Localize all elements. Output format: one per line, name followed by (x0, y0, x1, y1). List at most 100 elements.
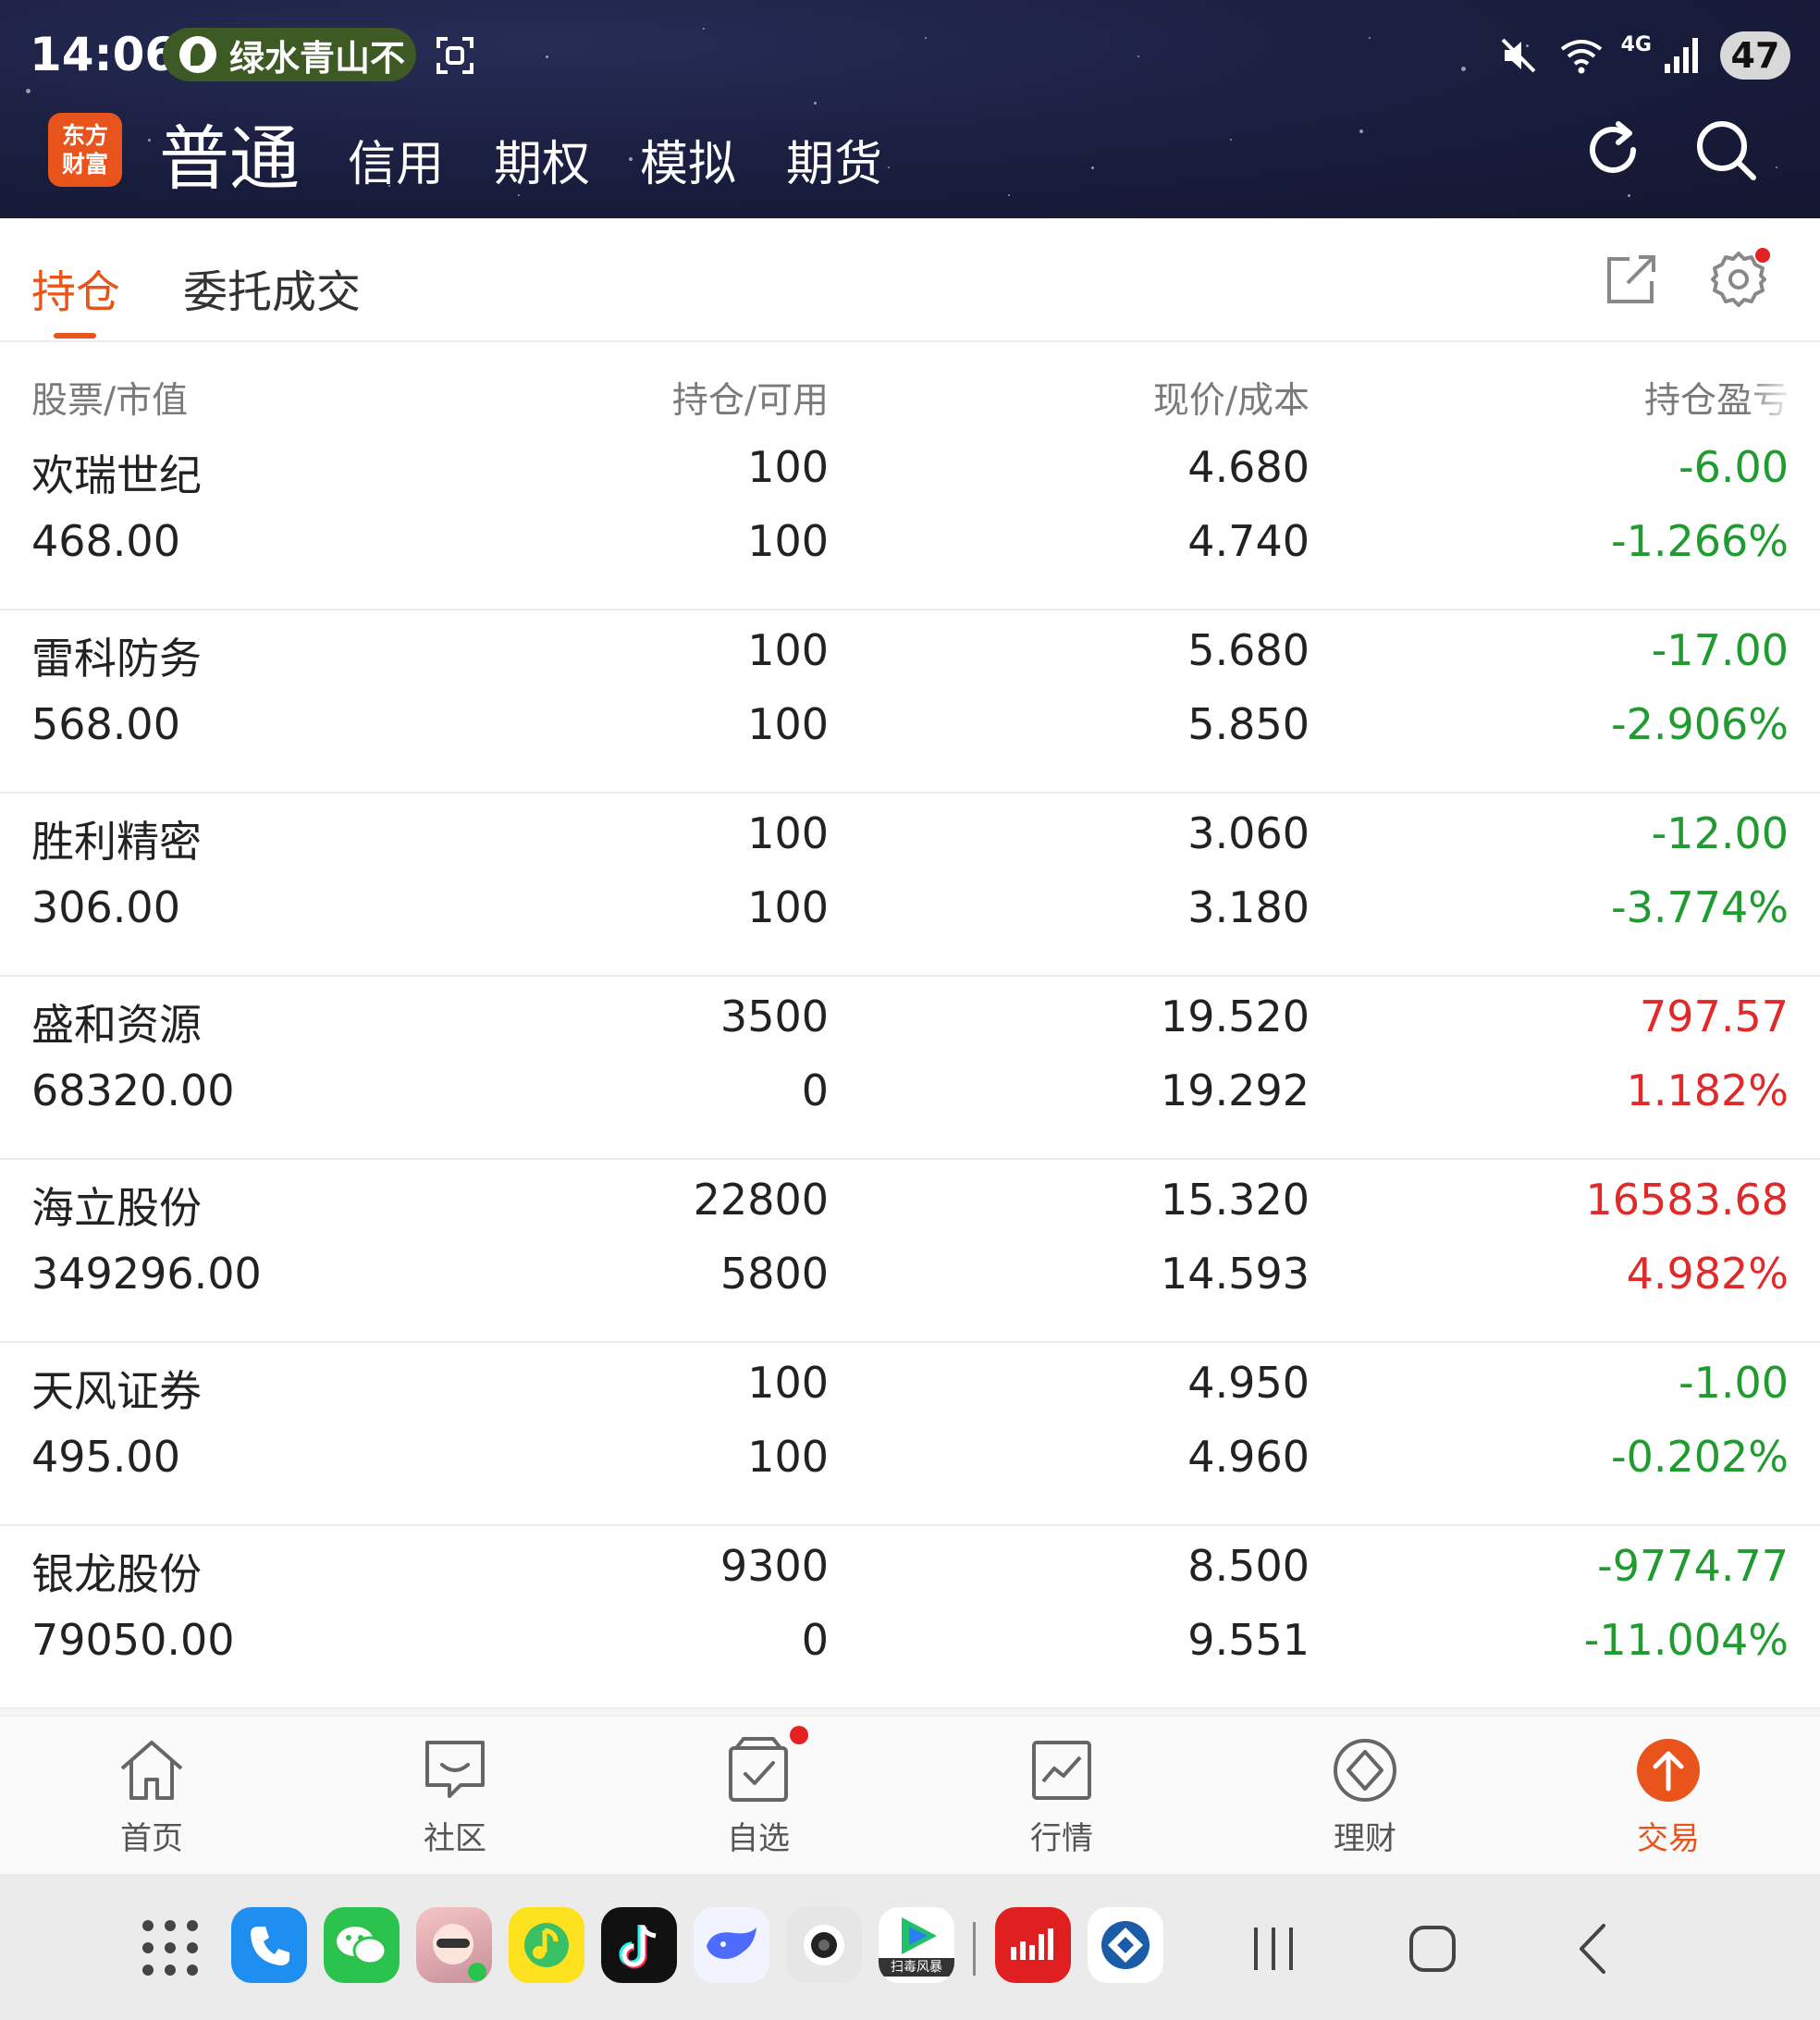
stock-name: 天风证券 (31, 1366, 202, 1416)
watchlist-notification-dot (790, 1726, 808, 1744)
tab-positions[interactable]: 持仓 (31, 255, 120, 320)
position-row[interactable]: 银龙股份 79050.00 9300 0 8.500 9.551 -9774.77 -11.0… (0, 1526, 1820, 1709)
nav-home[interactable]: 首页 (68, 1733, 235, 1872)
home-button-icon[interactable] (1400, 1916, 1465, 1981)
star-dot (1230, 139, 1232, 141)
stock-name: 雷科防务 (31, 634, 202, 684)
cost-price: 4.960 (1187, 1432, 1310, 1482)
mute-icon (1501, 38, 1536, 73)
position-pnl-pct: -0.202% (1611, 1432, 1789, 1482)
nav-watchlist-label: 自选 (727, 1820, 790, 1857)
header-position-pnl[interactable]: 持仓盈亏 (1644, 372, 1789, 424)
refresh-icon[interactable] (1578, 115, 1648, 185)
stock-name: 盛和资源 (31, 1000, 202, 1050)
camera-app-icon[interactable] (786, 1907, 862, 1983)
search-icon[interactable] (1691, 115, 1761, 185)
chat-icon (425, 1741, 485, 1798)
tab-orders-trades[interactable]: 委托成交 (183, 255, 361, 320)
app-drawer-icon[interactable] (142, 1920, 198, 1976)
current-price: 5.680 (1187, 625, 1310, 675)
tab-options[interactable]: 期权 (494, 128, 590, 202)
nav-market[interactable]: 行情 (978, 1733, 1145, 1872)
pill-text: 绿水青山不 (229, 37, 406, 79)
share-export-icon[interactable] (1602, 250, 1661, 309)
position-row[interactable]: 盛和资源 68320.00 3500 0 19.520 19.292 797.57 1.182… (0, 977, 1820, 1160)
bank-app-icon[interactable] (1088, 1907, 1163, 1983)
back-button-icon[interactable] (1563, 1916, 1628, 1981)
wechat-app-icon[interactable] (324, 1907, 400, 1983)
market-value: 495.00 (31, 1432, 180, 1482)
music-app-icon[interactable] (509, 1907, 584, 1983)
position-row[interactable]: 海立股份 349296.00 22800 5800 15.320 14.593 16583.… (0, 1160, 1820, 1343)
tiktok-app-icon[interactable] (601, 1907, 677, 1983)
position-pnl: -9774.77 (1597, 1541, 1789, 1591)
tab-simulated[interactable]: 模拟 (640, 128, 736, 202)
deepseek-app-icon[interactable] (694, 1907, 769, 1983)
leaf-icon (179, 36, 216, 73)
recent-apps-icon[interactable] (1241, 1916, 1306, 1981)
market-value: 568.00 (31, 699, 180, 749)
video-app-icon[interactable]: 扫毒风暴 (879, 1907, 954, 1983)
position-pnl-pct: 4.982% (1626, 1249, 1789, 1299)
market-value: 349296.00 (31, 1249, 262, 1299)
status-time: 14:06 (30, 28, 178, 81)
positions-list: 欢瑞世纪 468.00 100 100 4.680 4.740 -6.00 -1.266% 雷科… (0, 427, 1820, 1733)
current-price: 3.060 (1187, 808, 1310, 858)
current-price: 15.320 (1161, 1175, 1310, 1225)
nav-trade-label: 交易 (1637, 1820, 1700, 1857)
position-row[interactable]: 雷科防务 568.00 100 100 5.680 5.850 -17.00 -2.906% (0, 610, 1820, 794)
status-bar: 14:06 绿水青山不 4G 47 (0, 0, 1820, 111)
position-pnl: 797.57 (1640, 992, 1789, 1041)
position-qty: 3500 (719, 992, 829, 1041)
diamond-icon (1334, 1739, 1396, 1802)
live-activity-pill[interactable]: 绿水青山不 (163, 28, 416, 81)
nav-market-label: 行情 (1030, 1820, 1093, 1857)
cost-price: 14.593 (1161, 1249, 1310, 1299)
tab-credit[interactable]: 信用 (348, 128, 444, 202)
stock-name: 欢瑞世纪 (31, 450, 202, 500)
cost-price: 19.292 (1161, 1065, 1310, 1115)
position-qty: 100 (747, 625, 829, 675)
cost-price: 9.551 (1187, 1615, 1310, 1665)
cost-price: 4.740 (1187, 516, 1310, 566)
nav-home-label: 首页 (120, 1820, 183, 1857)
settings-notification-dot (1755, 248, 1770, 263)
nav-watchlist[interactable]: 自选 (675, 1726, 842, 1872)
stock-name: 胜利精密 (31, 817, 202, 867)
header-price-cost: 现价/成本 (1152, 380, 1310, 422)
nav-community-label: 社区 (424, 1820, 486, 1857)
position-row[interactable]: 天风证券 495.00 100 100 4.950 4.960 -1.00 -0.202% (0, 1343, 1820, 1526)
available-qty: 100 (747, 699, 829, 749)
home-icon (120, 1741, 183, 1800)
position-pnl: -17.00 (1651, 625, 1789, 675)
nav-community[interactable]: 社区 (372, 1733, 538, 1872)
position-pnl: -12.00 (1651, 808, 1789, 858)
logo-line-2: 财富 (61, 151, 108, 178)
tab-normal[interactable]: 普通 (159, 117, 300, 202)
market-value: 306.00 (31, 882, 180, 932)
position-qty: 100 (747, 442, 829, 492)
position-pnl: -6.00 (1678, 442, 1789, 492)
position-row[interactable]: 欢瑞世纪 468.00 100 100 4.680 4.740 -6.00 -1.266% (0, 427, 1820, 610)
logo-line-1: 东方 (61, 122, 108, 149)
positions-table-header: 股票/市值 持仓/可用 现价/成本 持仓盈亏 (0, 344, 1820, 438)
position-pnl-pct: -3.774% (1611, 882, 1789, 932)
account-type-tabs: 普通 信用 期权 模拟 期货 (159, 109, 932, 202)
position-qty: 100 (747, 1358, 829, 1408)
photo-app-icon[interactable] (416, 1907, 492, 1983)
position-pnl-pct: -2.906% (1611, 699, 1789, 749)
chart-icon (1032, 1741, 1091, 1800)
signal-icon (1665, 38, 1698, 73)
tab-futures[interactable]: 期货 (786, 128, 882, 202)
star-dot (148, 139, 151, 142)
phone-app-icon[interactable] (231, 1907, 307, 1983)
trade-arrow-icon (1637, 1739, 1700, 1802)
sub-tabs: 持仓 委托成交 (0, 218, 1820, 342)
nav-wealth[interactable]: 理财 (1282, 1733, 1448, 1872)
stock-app-icon[interactable] (995, 1907, 1071, 1983)
position-qty: 9300 (719, 1541, 829, 1591)
nav-trade[interactable]: 交易 (1585, 1733, 1752, 1872)
current-price: 19.520 (1161, 992, 1310, 1041)
position-row[interactable]: 胜利精密 306.00 100 100 3.060 3.180 -12.00 -3.774% (0, 794, 1820, 977)
app-header: 14:06 绿水青山不 4G 47 东方 财富 普通 信用 期权 模拟 期货 (0, 0, 1820, 218)
